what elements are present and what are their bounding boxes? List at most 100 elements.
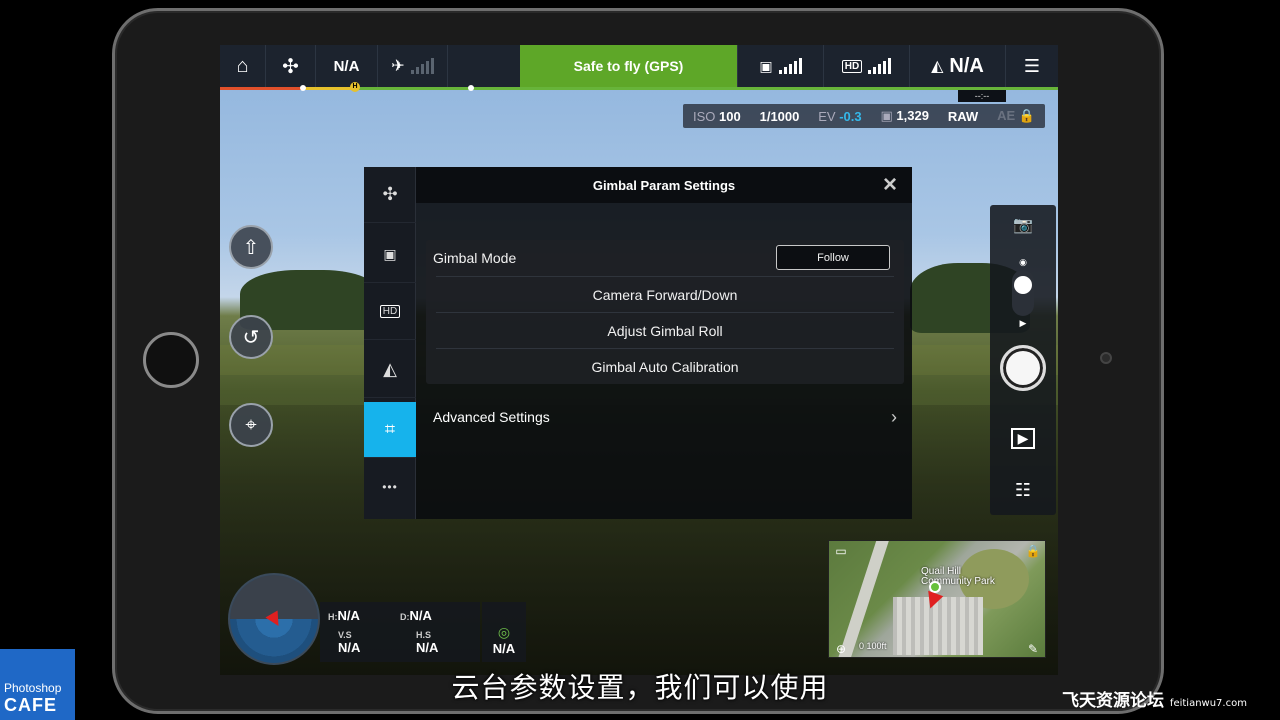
signal-readout: N/A — [492, 641, 516, 656]
tab-remote-controller[interactable]: ▣ — [364, 227, 416, 283]
home-icon: ⌂ — [236, 54, 249, 77]
tab-aircraft[interactable]: ✣ — [364, 167, 416, 223]
map-layer-icon[interactable]: ▭ — [833, 543, 849, 559]
rc-signal-indicator[interactable]: ▣ — [738, 45, 824, 87]
return-home-button[interactable]: ↺ — [229, 315, 273, 359]
flight-status-banner[interactable]: Safe to fly (GPS) — [520, 45, 738, 87]
photoshop-cafe-logo: Photoshop CAFE — [0, 649, 75, 720]
adjust-gimbal-roll-button[interactable]: Adjust Gimbal Roll — [436, 312, 894, 348]
hd-icon: HD — [379, 305, 401, 318]
tablet-front-camera — [1100, 352, 1112, 364]
gimbal-settings-dialog: ✣ ▣ HD ◭ ⌗ ••• Gimbal Param Settings × G… — [364, 167, 912, 519]
close-icon[interactable]: × — [876, 171, 904, 199]
camera-forward-down-button[interactable]: Camera Forward/Down — [436, 276, 894, 312]
video-icon: ▶ — [1019, 318, 1027, 328]
progress-marker — [468, 85, 474, 91]
height-readout: H:N/A — [328, 608, 360, 623]
gimbal-mode-label: Gimbal Mode — [433, 250, 517, 266]
lock-icon: 🔒 — [1018, 108, 1035, 123]
flight-mode-text: N/A — [333, 57, 360, 75]
horizontal-speed-readout: H.S N/A — [416, 630, 439, 655]
aircraft-icon: ✣ — [282, 55, 299, 78]
gimbal-icon: ⌗ — [384, 419, 396, 439]
tab-hd-link[interactable]: HD — [364, 284, 416, 340]
remote-controller-icon: ▣ — [383, 246, 397, 262]
telemetry-panel: H:N/A D:N/A V.S N/A H.S N/A — [320, 602, 480, 662]
vertical-speed-readout: V.S N/A — [338, 630, 361, 655]
rc-signal-bars — [778, 58, 802, 74]
distance-tag: --:-- — [958, 90, 1006, 102]
satellite-icon: ✈ — [391, 58, 405, 75]
gimbal-options-group: Gimbal Mode Follow Camera Forward/Down A… — [426, 240, 904, 384]
photo-video-toggle[interactable]: ◉ ▶ — [990, 257, 1056, 329]
waypoint-icon: ⌖ — [245, 413, 257, 436]
ev-readout: EV -0.3 — [818, 108, 862, 124]
hd-signal-indicator[interactable]: HD — [824, 45, 910, 87]
shutter-readout: 1/1000 — [759, 108, 800, 124]
tab-more[interactable]: ••• — [364, 459, 416, 515]
ae-lock-readout[interactable]: AE 🔒 — [997, 108, 1035, 124]
takeoff-icon: ⇧ — [242, 236, 260, 259]
intelligent-flight-button[interactable]: ⌖ — [229, 403, 273, 447]
map-lock-icon[interactable]: 🔒 — [1025, 543, 1041, 559]
tab-vision[interactable]: ◭ — [364, 342, 416, 398]
flight-mode-indicator[interactable]: N/A — [316, 45, 378, 87]
camera-params-button[interactable]: ☷ — [990, 473, 1056, 507]
altitude-text: N/A — [949, 54, 984, 77]
camera-params-bar[interactable]: ISO 100 1/1000 EV -0.3 ▣ 1,329 RAW AE 🔒 — [683, 104, 1045, 128]
home-marker-icon: H — [350, 82, 360, 92]
progress-marker — [300, 85, 306, 91]
menu-icon: ☰ — [1023, 55, 1041, 76]
app-screen: ⌂ ✣ N/A ✈ Safe to fly (GPS) ▣ HD ◭ N/A ☰ — [220, 45, 1058, 675]
aircraft-icon: ✣ — [382, 184, 398, 204]
aircraft-status-button[interactable]: ✣ — [266, 45, 316, 87]
advanced-settings-row[interactable]: Advanced Settings › — [426, 399, 904, 435]
dialog-title: Gimbal Param Settings — [592, 177, 736, 193]
gimbal-mode-row: Gimbal Mode Follow — [426, 240, 904, 276]
flight-status-text: Safe to fly (GPS) — [573, 58, 684, 74]
battery-progress-line — [220, 87, 1058, 90]
site-watermark: 飞天资源论坛 feitianwu7.com — [1062, 691, 1247, 711]
settings-sidebar: ✣ ▣ HD ◭ ⌗ ••• — [364, 167, 416, 519]
top-status-bar: ⌂ ✣ N/A ✈ Safe to fly (GPS) ▣ HD ◭ N/A ☰ — [220, 45, 1058, 87]
capacity-readout: ▣ 1,329 — [880, 108, 929, 123]
gimbal-mode-select[interactable]: Follow — [776, 245, 890, 270]
altitude-indicator[interactable]: ◭ N/A — [910, 45, 1006, 87]
wireless-icon: ◎ — [497, 624, 511, 640]
camera-control-panel: 📷 ◉ ▶ ▶ ☷ — [990, 205, 1056, 515]
map-zoom-icon[interactable]: ⊕ — [833, 641, 849, 657]
dialog-header: Gimbal Param Settings × — [416, 167, 912, 203]
main-menu-button[interactable]: ☰ — [1006, 45, 1058, 87]
return-home-icon: ↺ — [242, 326, 260, 349]
gps-signal-bars — [410, 58, 434, 74]
camera-settings-button[interactable]: 📷 — [990, 211, 1056, 239]
attitude-radar[interactable] — [228, 573, 320, 665]
chevron-right-icon: › — [891, 406, 897, 427]
map-scale: 0 100ft — [859, 641, 887, 651]
mini-map[interactable]: Quail Hill Community Park 0 100ft ▭ 🔒 ⊕ ✎ — [828, 540, 1046, 658]
takeoff-button[interactable]: ⇧ — [229, 225, 273, 269]
distance-readout: D:N/A — [400, 608, 432, 623]
gimbal-auto-calibration-button[interactable]: Gimbal Auto Calibration — [436, 348, 894, 384]
format-readout: RAW — [947, 108, 979, 124]
iso-readout: ISO 100 — [693, 108, 741, 124]
tab-gimbal[interactable]: ⌗ — [364, 402, 416, 458]
playback-button[interactable]: ▶ — [990, 423, 1056, 453]
mode-toggle-track — [1012, 270, 1034, 316]
map-erase-icon[interactable]: ✎ — [1025, 641, 1041, 657]
shutter-button[interactable] — [990, 341, 1056, 395]
home-button[interactable]: ⌂ — [220, 45, 266, 87]
camera-gear-icon: 📷 — [1013, 217, 1033, 234]
tablet-home-button[interactable] — [143, 332, 199, 388]
shutter-icon — [1000, 345, 1046, 391]
advanced-settings-label: Advanced Settings — [433, 409, 550, 425]
sd-card-icon: ▣ — [880, 108, 893, 123]
vision-icon: ◭ — [383, 359, 397, 379]
gps-indicator[interactable]: ✈ — [378, 45, 448, 87]
photo-icon: ◉ — [1019, 257, 1027, 267]
signal-panel: ◎ N/A — [482, 602, 526, 662]
sliders-icon: ☷ — [1014, 479, 1032, 500]
mode-toggle-knob — [1014, 276, 1032, 294]
hd-icon: HD — [841, 59, 863, 73]
